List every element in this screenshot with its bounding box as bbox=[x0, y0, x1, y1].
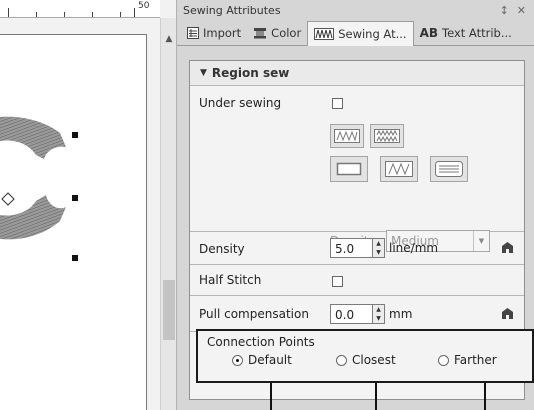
radio-indicator[interactable] bbox=[232, 354, 243, 366]
under-sewing-row: Under sewing Medium ▼ bbox=[190, 86, 524, 252]
panel-tabs: Import Color Sewing At... AB Text Attrib… bbox=[177, 20, 534, 46]
density-row: Density 5.0 ▲ ▼ line/mm bbox=[190, 232, 524, 265]
tab-color[interactable]: Color bbox=[247, 21, 307, 45]
connection-default-radio[interactable]: Default bbox=[232, 353, 292, 367]
connection-closest-radio[interactable]: Closest bbox=[336, 353, 396, 367]
spin-down-icon[interactable]: ▼ bbox=[373, 314, 384, 323]
design-page[interactable] bbox=[0, 34, 147, 410]
zigzag-outline-underlay-button[interactable] bbox=[380, 156, 418, 182]
density-spinner[interactable]: 5.0 ▲ ▼ line/mm bbox=[330, 238, 438, 258]
pin-icon[interactable]: ↕ bbox=[500, 4, 509, 17]
vertical-scrollbar[interactable]: ▲ bbox=[160, 18, 176, 410]
double-zigzag-stitch-icon bbox=[374, 129, 400, 143]
tab-label: Color bbox=[271, 26, 302, 40]
pull-compensation-controls: 0.0 ▲ ▼ mm bbox=[330, 296, 524, 331]
outline-stitch-icon bbox=[336, 162, 362, 176]
panel-titlebar: Sewing Attributes ↕ ✕ bbox=[177, 0, 534, 20]
half-stitch-label: Half Stitch bbox=[199, 273, 262, 287]
spinner-arrows[interactable]: ▲ ▼ bbox=[373, 304, 385, 324]
spin-up-icon[interactable]: ▲ bbox=[373, 239, 384, 248]
pull-compensation-row: Pull compensation 0.0 ▲ ▼ mm bbox=[190, 296, 524, 332]
half-stitch-controls bbox=[330, 265, 524, 295]
radio-indicator[interactable] bbox=[438, 354, 449, 366]
callout-line bbox=[484, 383, 486, 410]
connection-points-title: Connection Points bbox=[207, 335, 315, 349]
scroll-up-arrow-icon[interactable]: ▲ bbox=[161, 32, 177, 46]
color-icon bbox=[254, 28, 267, 39]
import-icon bbox=[187, 27, 199, 39]
connection-points-group: Connection Points Default Closest Farthe… bbox=[196, 329, 534, 383]
pull-compensation-spinner[interactable]: 0.0 ▲ ▼ mm bbox=[330, 304, 412, 324]
under-sewing-checkbox[interactable] bbox=[332, 98, 343, 109]
text-attributes-icon: AB bbox=[419, 26, 439, 40]
ruler-label: 50 bbox=[138, 1, 150, 11]
under-sewing-label: Under sewing bbox=[199, 96, 282, 110]
spin-up-icon[interactable]: ▲ bbox=[373, 305, 384, 314]
tab-label: Sewing At... bbox=[338, 27, 407, 41]
ruler-tick bbox=[120, 12, 121, 17]
ruler-tick bbox=[92, 12, 93, 17]
spin-down-icon[interactable]: ▼ bbox=[373, 248, 384, 257]
tab-text-attributes[interactable]: AB Text Attrib... bbox=[414, 21, 518, 45]
pull-compensation-unit: mm bbox=[389, 307, 413, 321]
region-sew-section-header[interactable]: ▼ Region sew bbox=[190, 61, 524, 86]
density-label: Density bbox=[199, 242, 245, 256]
ruler-tick bbox=[64, 12, 65, 17]
half-stitch-checkbox[interactable] bbox=[332, 276, 343, 287]
panel-title: Sewing Attributes bbox=[183, 3, 281, 17]
ruler-tick bbox=[8, 8, 9, 17]
radio-label: Farther bbox=[454, 353, 497, 367]
design-canvas[interactable]: 50 ▲ bbox=[0, 0, 176, 410]
sewing-icon bbox=[314, 28, 335, 40]
close-icon[interactable]: ✕ bbox=[517, 4, 526, 17]
tab-import[interactable]: Import bbox=[181, 21, 247, 45]
density-unit: line/mm bbox=[389, 241, 439, 255]
outline-underlay-button[interactable] bbox=[330, 156, 368, 182]
selection-handle[interactable] bbox=[72, 132, 78, 138]
reset-default-icon[interactable] bbox=[501, 307, 514, 320]
collapse-triangle-icon[interactable]: ▼ bbox=[200, 68, 207, 78]
callout-line bbox=[375, 383, 377, 410]
embroidery-region-shape[interactable] bbox=[0, 115, 140, 275]
zigzag-outline-stitch-icon bbox=[385, 161, 413, 177]
center-point-icon[interactable] bbox=[1, 192, 15, 206]
density-input[interactable]: 5.0 bbox=[330, 238, 373, 258]
connection-farther-radio[interactable]: Farther bbox=[438, 353, 497, 367]
zigzag-stitch-icon bbox=[334, 129, 360, 143]
pull-compensation-label: Pull compensation bbox=[199, 307, 309, 321]
selection-handle[interactable] bbox=[72, 195, 78, 201]
scroll-thumb[interactable] bbox=[163, 280, 175, 340]
tab-label: Import bbox=[203, 26, 242, 40]
selection-handle[interactable] bbox=[72, 255, 78, 261]
reset-default-icon[interactable] bbox=[501, 241, 514, 254]
half-stitch-row: Half Stitch bbox=[190, 265, 524, 296]
radio-label: Default bbox=[248, 353, 292, 367]
zigzag-underlay-button[interactable] bbox=[330, 124, 364, 148]
section-title: Region sew bbox=[211, 66, 290, 80]
parallel-stitch-icon bbox=[435, 161, 463, 177]
ruler-tick bbox=[134, 8, 135, 17]
radio-label: Closest bbox=[352, 353, 396, 367]
radio-indicator[interactable] bbox=[336, 354, 347, 366]
horizontal-ruler: 50 bbox=[0, 0, 160, 18]
tab-sewing-attributes[interactable]: Sewing At... bbox=[307, 21, 414, 46]
ruler-tick bbox=[36, 12, 37, 17]
under-sewing-controls: Density Medium ▼ bbox=[330, 86, 524, 252]
parallel-underlay-button[interactable] bbox=[430, 156, 468, 182]
callout-line bbox=[270, 383, 272, 410]
tab-label: Text Attrib... bbox=[442, 26, 512, 40]
density-controls: 5.0 ▲ ▼ line/mm bbox=[330, 232, 524, 264]
spinner-arrows[interactable]: ▲ ▼ bbox=[373, 238, 385, 258]
pull-compensation-input[interactable]: 0.0 bbox=[330, 304, 373, 324]
double-zigzag-underlay-button[interactable] bbox=[370, 124, 404, 148]
